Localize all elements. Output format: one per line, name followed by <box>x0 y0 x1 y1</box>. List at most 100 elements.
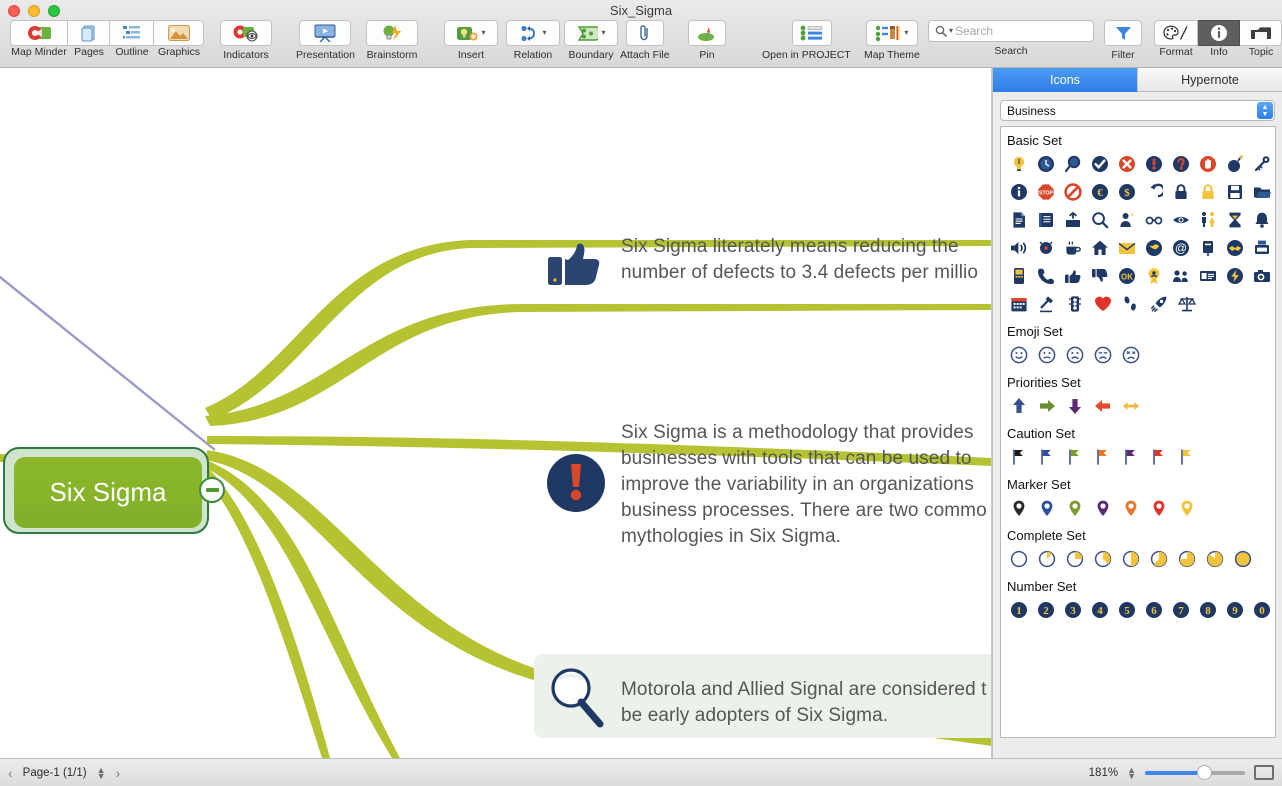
fit-page-icon[interactable] <box>1254 765 1274 780</box>
phone-icon[interactable] <box>1032 262 1059 290</box>
thumbs-down-icon[interactable] <box>1086 262 1113 290</box>
calendar-icon[interactable] <box>1005 290 1033 318</box>
central-topic[interactable]: Six Sigma <box>3 447 209 534</box>
outline-button[interactable] <box>110 20 154 46</box>
collapse-toggle[interactable] <box>199 477 225 503</box>
insert-chevron-down-icon[interactable]: ▾ <box>481 29 485 37</box>
clock-search-icon[interactable] <box>1059 150 1086 178</box>
arrow-left-icon[interactable] <box>1089 392 1117 420</box>
zoom-stepper[interactable]: ▲▼ <box>1127 767 1136 779</box>
number-8-icon[interactable]: 8 <box>1194 596 1221 624</box>
glasses-icon[interactable] <box>1140 206 1167 234</box>
flag-orange-icon[interactable] <box>1089 443 1117 471</box>
zoom-slider[interactable] <box>1145 771 1245 775</box>
progress-87-icon[interactable] <box>1201 545 1229 573</box>
key-icon[interactable] <box>1248 150 1275 178</box>
id-card-icon[interactable] <box>1194 262 1221 290</box>
check-circle-icon[interactable] <box>1086 150 1113 178</box>
topic-2-text[interactable]: Six Sigma is a methodology that provides… <box>621 420 987 550</box>
undo-arrow-icon[interactable] <box>1140 178 1167 206</box>
next-page-button[interactable]: › <box>116 765 121 781</box>
pin-green-icon[interactable] <box>1061 494 1089 522</box>
mailbox-icon[interactable] <box>1194 234 1221 262</box>
tab-hypernote[interactable]: Hypernote <box>1138 68 1282 92</box>
document-icon[interactable] <box>1005 206 1032 234</box>
thumbs-up-icon[interactable] <box>1059 262 1086 290</box>
number-3-icon[interactable]: 3 <box>1059 596 1086 624</box>
search-input[interactable]: ▾ Search <box>928 20 1094 42</box>
topic-1-text[interactable]: Six Sigma literately means reducing the … <box>621 234 978 286</box>
number-4-icon[interactable]: 4 <box>1086 596 1113 624</box>
topic-3-text[interactable]: Motorola and Allied Signal are considere… <box>621 677 987 729</box>
map-theme-chevron-down-icon[interactable]: ▾ <box>904 29 908 37</box>
stop-hand-icon[interactable] <box>1194 150 1221 178</box>
zoom-slider-knob[interactable] <box>1197 765 1212 780</box>
eye-icon[interactable] <box>1167 206 1194 234</box>
home-icon[interactable] <box>1086 234 1113 262</box>
arrow-both-icon[interactable] <box>1117 392 1145 420</box>
pin-blue-icon[interactable] <box>1033 494 1061 522</box>
brainstorm-button[interactable] <box>366 20 418 46</box>
lock-blue-icon[interactable] <box>1167 178 1194 206</box>
pin-black-icon[interactable] <box>1005 494 1033 522</box>
progress-100-icon[interactable] <box>1229 545 1257 573</box>
euro-circle-icon[interactable]: € <box>1086 178 1113 206</box>
gavel-icon[interactable] <box>1033 290 1061 318</box>
relation-button[interactable]: ▾ <box>506 20 560 46</box>
format-button[interactable] <box>1154 20 1198 46</box>
boundary-button[interactable]: ▾ <box>564 20 618 46</box>
boundary-chevron-down-icon[interactable]: ▾ <box>601 29 605 37</box>
insert-button[interactable]: ▾ <box>444 20 498 46</box>
presentation-button[interactable] <box>299 20 351 46</box>
save-disk-icon[interactable] <box>1221 178 1248 206</box>
relation-chevron-down-icon[interactable]: ▾ <box>542 29 546 37</box>
pin-button[interactable] <box>688 20 726 46</box>
pin-orange-icon[interactable] <box>1117 494 1145 522</box>
lightbulb-icon[interactable] <box>1005 150 1032 178</box>
distressed-icon[interactable] <box>1117 341 1145 369</box>
pin-red-icon[interactable] <box>1145 494 1173 522</box>
open-in-project-button[interactable] <box>792 20 832 46</box>
globe-icon[interactable] <box>1140 234 1167 262</box>
stop-sign-icon[interactable]: STOP <box>1032 178 1059 206</box>
smile-icon[interactable] <box>1005 341 1033 369</box>
number-6-icon[interactable]: 6 <box>1140 596 1167 624</box>
map-theme-button[interactable]: ▾ <box>866 20 918 46</box>
map-minder-button[interactable] <box>10 20 68 46</box>
number-0-icon[interactable]: 0 <box>1248 596 1275 624</box>
scales-icon[interactable] <box>1173 290 1201 318</box>
rocket-icon[interactable] <box>1145 290 1173 318</box>
progress-75-icon[interactable] <box>1173 545 1201 573</box>
frown-icon[interactable] <box>1061 341 1089 369</box>
question-circle-icon[interactable] <box>1167 150 1194 178</box>
group-icon[interactable] <box>1167 262 1194 290</box>
magnifier-icon[interactable] <box>1086 206 1113 234</box>
filter-button[interactable] <box>1104 20 1142 46</box>
graphics-button[interactable] <box>154 20 204 46</box>
arrow-down-icon[interactable] <box>1061 392 1089 420</box>
envelope-icon[interactable] <box>1113 234 1140 262</box>
progress-0-icon[interactable] <box>1005 545 1033 573</box>
book-icon[interactable] <box>1032 206 1059 234</box>
icon-category-select[interactable]: Business <box>1000 100 1275 121</box>
number-1-icon[interactable]: 1 <box>1005 596 1032 624</box>
pin-yellow-icon[interactable] <box>1173 494 1201 522</box>
alarm-icon[interactable] <box>1032 234 1059 262</box>
flag-purple-icon[interactable] <box>1117 443 1145 471</box>
search-chevron-down-icon[interactable]: ▾ <box>949 27 953 35</box>
clock-icon[interactable] <box>1032 150 1059 178</box>
flag-red-icon[interactable] <box>1145 443 1173 471</box>
lightning-circle-icon[interactable] <box>1221 262 1248 290</box>
ok-circle-icon[interactable]: OK <box>1113 262 1140 290</box>
number-2-icon[interactable]: 2 <box>1032 596 1059 624</box>
progress-25-icon[interactable] <box>1061 545 1089 573</box>
fax-icon[interactable] <box>1248 234 1275 262</box>
progress-62-icon[interactable] <box>1145 545 1173 573</box>
mindmap-canvas[interactable]: Six Sigma literately means reducing the … <box>0 68 992 758</box>
indicators-button[interactable] <box>220 20 272 46</box>
progress-37-icon[interactable] <box>1089 545 1117 573</box>
arrow-up-icon[interactable] <box>1005 392 1033 420</box>
hourglass-icon[interactable] <box>1221 206 1248 234</box>
flag-green-icon[interactable] <box>1061 443 1089 471</box>
traffic-light-icon[interactable] <box>1061 290 1089 318</box>
